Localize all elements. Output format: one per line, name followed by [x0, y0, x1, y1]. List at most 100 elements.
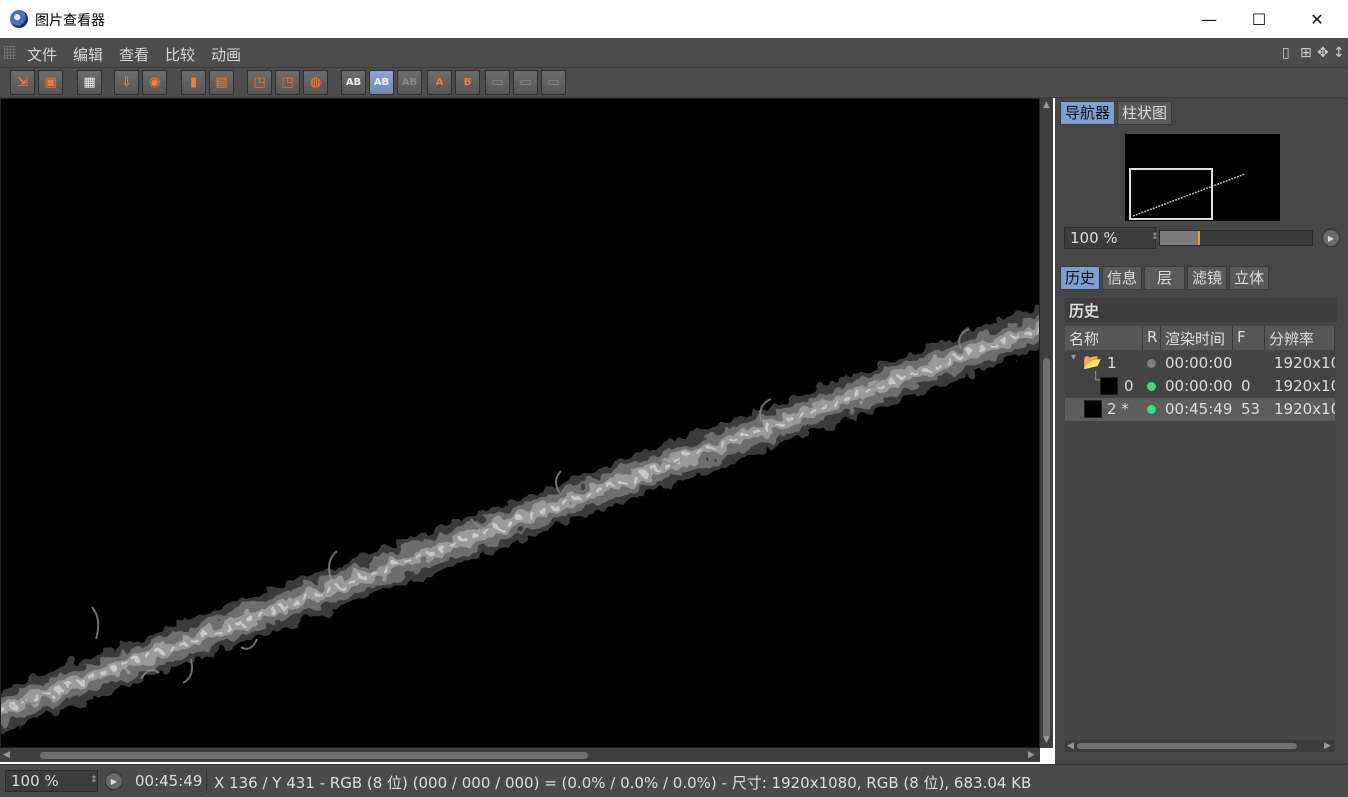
delete-icon[interactable]: ▮ — [181, 70, 206, 95]
menu-animation[interactable]: 动画 — [211, 44, 241, 65]
zoom-slider-knob[interactable] — [1198, 231, 1200, 245]
column-frames[interactable]: F — [1233, 326, 1265, 350]
navigator-thumbnail[interactable] — [1125, 134, 1280, 221]
scroll-left-icon[interactable]: ◀ — [1067, 741, 1074, 751]
ab-toggle-icon[interactable]: AB — [397, 70, 422, 95]
history-tabs: 历史 信息 层 滤镜 立体 — [1060, 266, 1270, 290]
history-row-time: 00:00:00 — [1165, 354, 1233, 372]
panel-icon[interactable]: ▯ — [1282, 45, 1290, 61]
history-thumbnail — [1084, 400, 1102, 418]
layout-1-icon[interactable]: ▭ — [485, 70, 510, 95]
history-row-frames: 0 — [1241, 377, 1251, 395]
column-r[interactable]: R — [1143, 326, 1161, 350]
render-status-dot — [1147, 359, 1156, 368]
column-render-time[interactable]: 渲染时间 — [1161, 326, 1233, 350]
menu-view[interactable]: 查看 — [119, 44, 149, 65]
viewport-horizontal-scrollbar[interactable]: ◀ ▶ — [0, 748, 1040, 762]
layout-2-icon[interactable]: ▭ — [513, 70, 538, 95]
layout-3-icon[interactable]: ▭ — [541, 70, 566, 95]
status-play-button[interactable]: ▶ — [105, 772, 123, 790]
image-viewport[interactable] — [0, 98, 1040, 748]
film-grid-icon[interactable]: ▦ — [77, 70, 102, 95]
scroll-left-icon[interactable]: ◀ — [3, 750, 10, 760]
render-image — [1, 307, 1039, 731]
history-row-frames: 53 — [1241, 400, 1261, 418]
status-pixel-info: X 136 / Y 431 - RGB (8 位) (000 / 000 / 0… — [214, 774, 1032, 792]
scroll-right-icon[interactable]: ▶ — [1028, 750, 1035, 760]
navigator-tabs: 导航器 柱状图 — [1060, 101, 1173, 125]
export-grid-icon[interactable]: ⇩ — [114, 70, 139, 95]
scroll-down-icon[interactable]: ▼ — [1043, 735, 1050, 745]
history-row-0[interactable]: └ 0 00:00:00 0 1920x10 — [1065, 371, 1335, 398]
move-icon[interactable]: ✥ — [1317, 45, 1329, 61]
tab-layers[interactable]: 层 — [1144, 266, 1186, 290]
save-icon[interactable]: ▣ — [38, 70, 63, 95]
tree-branch-icon: └ — [1091, 371, 1101, 389]
history-row-name: 0 — [1124, 377, 1134, 395]
collapse-icon[interactable]: ▾ — [1071, 352, 1076, 363]
toolbar: ⇲ ▣ ▦ ⇩ ◉ ▮ ▤ ◳ ◳ ◍ AB AB AB A B ▭ ▭ ▭ — [0, 68, 1348, 98]
history-section-title: 历史 — [1065, 298, 1337, 322]
tab-histogram[interactable]: 柱状图 — [1117, 101, 1173, 125]
zoom-spinner-icon[interactable]: ⇕ — [1151, 232, 1159, 242]
channels-icon[interactable]: ◍ — [303, 70, 328, 95]
vertical-scroll-thumb[interactable] — [1043, 358, 1050, 738]
column-resolution[interactable]: 分辨率 — [1265, 326, 1335, 350]
column-name[interactable]: 名称 — [1065, 326, 1143, 350]
history-horizontal-scrollbar[interactable]: ◀ ▶ — [1065, 740, 1335, 752]
user-export-icon[interactable]: ◉ — [142, 70, 167, 95]
history-row-2[interactable]: 2 * 00:45:49 53 1920x10 — [1065, 398, 1335, 421]
cinema4d-logo-icon — [10, 10, 28, 28]
right-panel: 导航器 柱状图 100 % ⇕ ▶ 历史 信息 层 滤镜 立体 历史 名称 R … — [1055, 98, 1348, 764]
menu-file[interactable]: 文件 — [27, 44, 57, 65]
navigator-zoom-field[interactable]: 100 % — [1064, 227, 1156, 249]
arrow-icon[interactable]: ↕ — [1333, 45, 1345, 61]
maximize-button[interactable]: ☐ — [1236, 0, 1282, 38]
history-row-time: 00:45:49 — [1165, 400, 1233, 418]
minimize-button[interactable]: — — [1186, 0, 1232, 38]
status-zoom-field[interactable]: 100 % — [5, 770, 98, 792]
delete-all-icon[interactable]: ▤ — [209, 70, 234, 95]
set-b-icon[interactable]: B — [455, 70, 480, 95]
tab-stereo[interactable]: 立体 — [1229, 266, 1270, 290]
history-table: 名称 R 渲染时间 F 分辨率 ▾ 📂 1 00:00:00 1920x10 └… — [1065, 326, 1335, 736]
tab-navigator[interactable]: 导航器 — [1060, 101, 1116, 125]
navigator-play-button[interactable]: ▶ — [1322, 229, 1340, 247]
render-status-dot — [1147, 405, 1156, 414]
navigator-zoom-slider[interactable] — [1159, 230, 1313, 246]
view-a-icon[interactable]: ◳ — [247, 70, 272, 95]
grip-icon[interactable] — [4, 46, 16, 59]
scroll-right-icon[interactable]: ▶ — [1324, 741, 1331, 751]
zoom-slider-fill — [1160, 231, 1198, 245]
tab-info[interactable]: 信息 — [1102, 266, 1143, 290]
zoom-spinner-icon[interactable]: ⇕ — [90, 775, 98, 785]
render-status-dot — [1147, 382, 1156, 391]
history-row-resolution: 1920x10 — [1274, 354, 1335, 372]
status-divider — [206, 769, 207, 793]
history-row-resolution: 1920x10 — [1274, 400, 1335, 418]
ab-compare-icon[interactable]: AB — [341, 70, 366, 95]
scroll-up-icon[interactable]: ▲ — [1043, 100, 1050, 110]
history-row-time: 00:00:00 — [1165, 377, 1233, 395]
navigator-view-rectangle[interactable] — [1129, 168, 1213, 220]
tab-history[interactable]: 历史 — [1060, 266, 1101, 290]
history-row-1[interactable]: ▾ 📂 1 00:00:00 1920x10 — [1065, 352, 1335, 375]
view-b-icon[interactable]: ◳ — [275, 70, 300, 95]
close-button[interactable]: ✕ — [1294, 0, 1340, 38]
set-a-icon[interactable]: A — [427, 70, 452, 95]
history-scroll-thumb[interactable] — [1077, 743, 1297, 749]
folder-icon: 📂 — [1083, 353, 1102, 371]
menu-bar: 文件 编辑 查看 比较 动画 ▯ ⊞ ✥ ↕ — [0, 38, 1348, 68]
menu-edit[interactable]: 编辑 — [73, 44, 103, 65]
title-bar: 图片查看器 — ☐ ✕ — [0, 0, 1348, 38]
tab-filters[interactable]: 滤镜 — [1187, 266, 1228, 290]
viewport-vertical-scrollbar[interactable]: ▲ ▼ — [1040, 98, 1053, 748]
history-row-resolution: 1920x10 — [1274, 377, 1335, 395]
menu-compare[interactable]: 比较 — [165, 44, 195, 65]
horizontal-scroll-thumb[interactable] — [40, 752, 588, 759]
open-folder-icon[interactable]: ⇲ — [10, 70, 35, 95]
history-thumbnail — [1100, 377, 1118, 395]
plus-box-icon[interactable]: ⊞ — [1300, 45, 1312, 61]
history-row-name: 1 — [1107, 354, 1117, 372]
ab-split-icon[interactable]: AB — [369, 70, 394, 95]
